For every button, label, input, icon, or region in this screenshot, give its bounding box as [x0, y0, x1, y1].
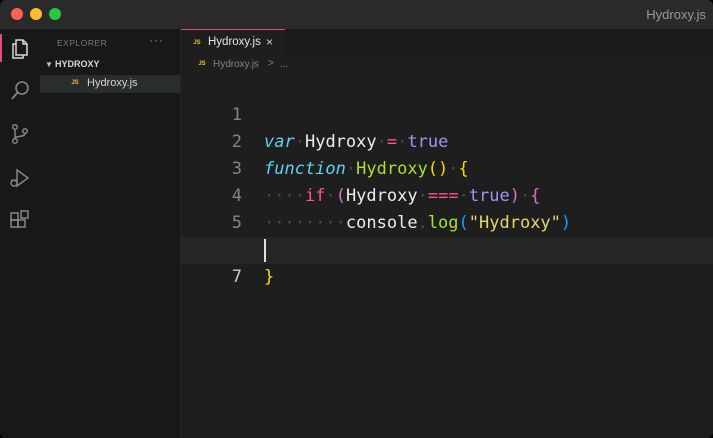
code-line[interactable]: 2 function·Hydroxy()·{	[181, 102, 713, 179]
extensions-icon[interactable]	[8, 209, 32, 233]
code-line[interactable]: 1 var·Hydroxy·=·true	[181, 75, 713, 152]
zoom-window-button[interactable]	[49, 8, 61, 20]
breadcrumb-symbols[interactable]: ...	[280, 59, 288, 70]
tab-hydroxy-js[interactable]: JS Hydroxy.js ×	[181, 29, 285, 56]
code-line[interactable]: 6 }	[181, 210, 713, 287]
text-cursor	[264, 239, 266, 262]
code-line-current[interactable]: 7	[181, 237, 713, 287]
line-number: 7	[231, 267, 242, 287]
editor-window: Hydroxy.js EXPLORER ··· ▼ HYDROXY JS Hyd…	[0, 0, 713, 438]
line-code: }	[264, 267, 275, 287]
explorer-header: EXPLORER	[57, 38, 108, 48]
folder-label: HYDROXY	[55, 59, 100, 69]
javascript-file-icon: JS	[193, 40, 201, 46]
source-control-icon[interactable]	[8, 122, 32, 146]
file-item-hydroxy-js[interactable]: JS Hydroxy.js	[40, 75, 180, 93]
close-window-button[interactable]	[11, 8, 23, 20]
code-line[interactable]: 3 ····if·(Hydroxy·===·true)·{	[181, 129, 713, 206]
javascript-file-icon: JS	[71, 80, 79, 86]
breadcrumb-file[interactable]: Hydroxy.js	[213, 59, 259, 70]
title-bar: Hydroxy.js	[0, 0, 713, 29]
tab-bar: JS Hydroxy.js ×	[181, 29, 713, 56]
window-title: Hydroxy.js	[646, 7, 706, 22]
run-debug-icon[interactable]	[8, 166, 32, 190]
explorer-sidebar: EXPLORER ··· ▼ HYDROXY JS Hydroxy.js	[40, 29, 181, 438]
file-label: Hydroxy.js	[87, 77, 138, 89]
folder-hydroxy[interactable]: ▼ HYDROXY	[45, 59, 100, 69]
tab-label: Hydroxy.js	[208, 36, 261, 48]
close-tab-icon[interactable]: ×	[266, 35, 273, 49]
javascript-file-icon: JS	[198, 61, 206, 67]
code-line[interactable]: 5 ····}	[181, 183, 713, 260]
active-view-indicator	[0, 34, 2, 62]
code-editor[interactable]: 1 var·Hydroxy·=·true 2 function·Hydroxy(…	[181, 75, 713, 438]
minimize-window-button[interactable]	[30, 8, 42, 20]
more-actions-icon[interactable]: ···	[149, 33, 164, 47]
chevron-right-icon: >	[268, 58, 274, 69]
files-icon[interactable]	[8, 37, 32, 61]
chevron-down-icon: ▼	[45, 60, 53, 69]
search-icon[interactable]	[8, 79, 32, 103]
code-line[interactable]: 4 ········console.log("Hydroxy")	[181, 156, 713, 233]
activity-bar	[0, 29, 40, 438]
